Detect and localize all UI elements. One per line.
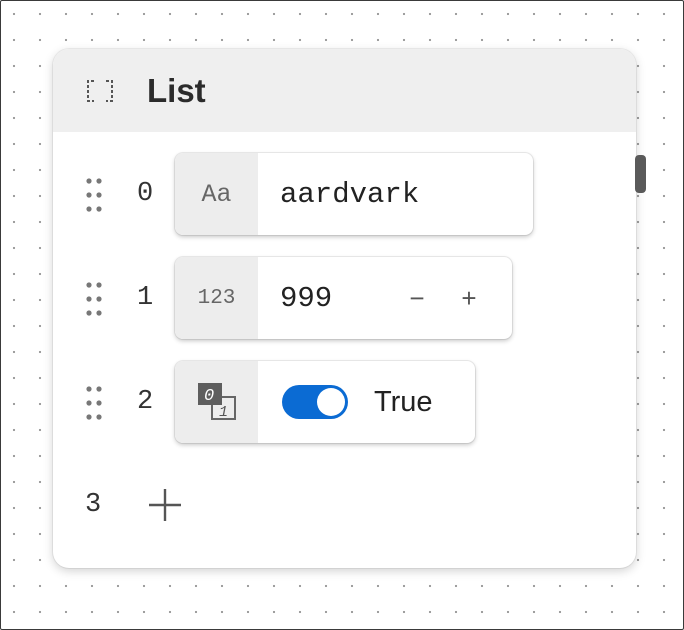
drag-handle-icon[interactable] (85, 282, 103, 316)
string-field[interactable]: Aa aardvark (175, 153, 533, 235)
list-item: 2 0 1 True (53, 361, 636, 445)
boolean-type-icon: 0 1 (175, 361, 258, 443)
item-index: 2 (137, 387, 154, 417)
boolean-field[interactable]: 0 1 True (175, 361, 475, 443)
item-index: 0 (137, 179, 154, 209)
number-value[interactable]: 999 (280, 257, 380, 339)
boolean-value: True (374, 385, 433, 418)
number-field[interactable]: 123 999 − + (175, 257, 512, 339)
boolean-toggle[interactable] (282, 385, 348, 419)
type-label: 123 (197, 286, 236, 310)
string-value[interactable]: aardvark (280, 153, 419, 235)
svg-text:1: 1 (219, 404, 228, 421)
item-index: 1 (137, 283, 154, 313)
increment-button[interactable]: + (450, 257, 488, 339)
decrement-button[interactable]: − (398, 257, 436, 339)
drag-handle-icon[interactable] (85, 178, 103, 212)
list-item: 0 Aa aardvark (53, 153, 636, 237)
list-item: 1 123 999 − + (53, 257, 636, 341)
svg-text:0: 0 (204, 387, 214, 406)
next-index: 3 (85, 490, 102, 520)
number-type-icon: 123 (175, 257, 258, 339)
list-bracket-icon (85, 78, 115, 104)
string-type-icon: Aa (175, 153, 258, 235)
toggle-knob (317, 388, 345, 416)
type-label: Aa (201, 179, 232, 209)
card-title: List (147, 71, 206, 109)
list-node-card: List 0 Aa aardvark 1 123 999 − + 2 0 1 T… (53, 49, 636, 568)
scrollbar-thumb[interactable] (635, 155, 646, 193)
plus-icon[interactable] (147, 487, 183, 523)
card-header: List (53, 49, 636, 132)
drag-handle-icon[interactable] (85, 386, 103, 420)
